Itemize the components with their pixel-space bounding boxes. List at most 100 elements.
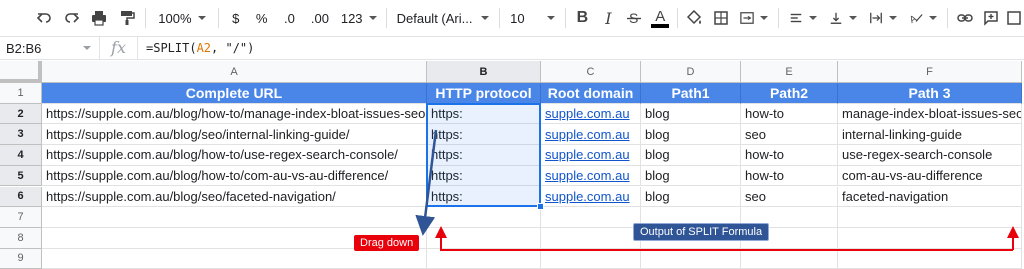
row-header-4[interactable]: 4 <box>0 145 42 166</box>
insert-comment-icon[interactable] <box>978 5 1004 31</box>
increase-decimal-button[interactable]: .00 <box>304 5 335 31</box>
row-header-6[interactable]: 6 <box>0 186 42 208</box>
table-cell[interactable]: https: <box>427 124 541 146</box>
table-cell[interactable]: blog <box>641 186 741 208</box>
row-header-5[interactable]: 5 <box>0 165 42 187</box>
table-cell[interactable]: blog <box>641 165 741 187</box>
table-cell[interactable]: internal-linking-guide <box>838 124 1022 146</box>
text-wrapping-icon[interactable] <box>863 5 903 31</box>
header-cell[interactable]: Complete URL <box>42 83 427 104</box>
toolbar-divider <box>385 8 387 28</box>
row-header-3[interactable]: 3 <box>0 124 42 146</box>
vertical-align-icon[interactable] <box>823 5 863 31</box>
empty-cell[interactable] <box>42 248 427 269</box>
zoom-select[interactable]: 100% <box>150 5 214 31</box>
row-header-8[interactable]: 8 <box>0 227 42 249</box>
name-box[interactable]: B2:B6 <box>0 37 100 59</box>
cell-link[interactable]: supple.com.au <box>541 124 641 146</box>
table-cell[interactable]: com-au-vs-au-difference <box>838 165 1022 187</box>
bold-button[interactable]: B <box>569 5 595 31</box>
column-header-b[interactable]: B <box>427 61 541 83</box>
table-cell[interactable]: https://supple.com.au/blog/how-to/use-re… <box>42 145 427 166</box>
empty-cell[interactable] <box>641 248 741 269</box>
column-header-f[interactable]: F <box>838 61 1022 83</box>
font-family-select[interactable]: Default (Ari... <box>391 5 496 31</box>
cell-link[interactable]: supple.com.au <box>541 145 641 166</box>
header-cell[interactable]: Root domain <box>541 83 641 104</box>
header-cell[interactable]: Path1 <box>641 83 741 104</box>
decrease-decimal-button[interactable]: .0 <box>275 5 305 31</box>
empty-cell[interactable] <box>427 207 541 228</box>
header-cell[interactable]: Path 3 <box>838 83 1022 104</box>
row-header-2[interactable]: 2 <box>0 103 42 125</box>
row-header-7[interactable]: 7 <box>0 207 42 228</box>
column-header-a[interactable]: A <box>42 61 427 83</box>
table-cell[interactable]: https://supple.com.au/blog/how-to/com-au… <box>42 165 427 187</box>
column-header-e[interactable]: E <box>741 61 838 83</box>
empty-cell[interactable] <box>541 207 641 228</box>
table-cell[interactable]: seo <box>741 124 838 146</box>
empty-cell[interactable] <box>541 248 641 269</box>
empty-cell[interactable] <box>427 248 541 269</box>
table-cell[interactable]: seo <box>741 186 838 208</box>
strikethrough-icon[interactable]: S <box>621 5 647 31</box>
column-header-c[interactable]: C <box>541 61 641 83</box>
currency-format-button[interactable]: $ <box>223 5 249 31</box>
table-cell[interactable]: faceted-navigation <box>838 186 1022 208</box>
empty-cell[interactable] <box>427 227 541 249</box>
table-cell[interactable]: how-to <box>741 145 838 166</box>
insert-chart-icon[interactable] <box>1004 5 1024 31</box>
table-cell[interactable]: use-regex-search-console <box>838 145 1022 166</box>
chevron-down-icon <box>197 16 206 20</box>
table-cell[interactable]: https: <box>427 165 541 187</box>
cell-link[interactable]: supple.com.au <box>541 186 641 208</box>
undo-icon[interactable] <box>30 5 58 31</box>
column-header-d[interactable]: D <box>641 61 741 83</box>
empty-cell[interactable] <box>838 207 1022 228</box>
text-color-swatch <box>651 23 670 28</box>
horizontal-align-icon[interactable] <box>783 5 823 31</box>
cell-link[interactable]: supple.com.au <box>541 103 641 125</box>
print-icon[interactable] <box>86 5 114 31</box>
table-cell[interactable]: https://supple.com.au/blog/seo/internal-… <box>42 124 427 146</box>
borders-icon[interactable] <box>708 5 734 31</box>
empty-cell[interactable] <box>838 227 1022 249</box>
row-header-1[interactable]: 1 <box>0 83 42 104</box>
paint-format-icon[interactable] <box>113 5 141 31</box>
fill-handle[interactable] <box>537 203 544 211</box>
table-cell[interactable]: manage-index-bloat-issues-seo <box>838 103 1022 125</box>
redo-icon[interactable] <box>58 5 86 31</box>
text-rotation-icon[interactable]: A <box>903 5 943 31</box>
empty-cell[interactable] <box>42 207 427 228</box>
header-cell[interactable]: Path2 <box>741 83 838 104</box>
table-cell[interactable]: how-to <box>741 103 838 125</box>
empty-cell[interactable] <box>541 227 641 249</box>
table-cell[interactable]: https://supple.com.au/blog/seo/faceted-n… <box>42 186 427 208</box>
number-format-select[interactable]: 123 <box>336 5 382 31</box>
cell-link[interactable]: supple.com.au <box>541 165 641 187</box>
table-cell[interactable]: https: <box>427 145 541 166</box>
italic-button[interactable]: I <box>595 5 621 31</box>
fill-color-icon[interactable] <box>682 5 708 31</box>
font-size-value: 10 <box>510 10 525 26</box>
table-cell[interactable]: https: <box>427 186 541 208</box>
empty-cell[interactable] <box>838 248 1022 269</box>
formula-suffix: , "/") <box>211 41 255 55</box>
table-cell[interactable]: https://supple.com.au/blog/how-to/manage… <box>42 103 427 125</box>
text-color-button[interactable]: A <box>647 5 673 31</box>
merge-cells-icon[interactable] <box>734 5 774 31</box>
formula-input[interactable]: =SPLIT(A2, "/") <box>138 41 254 55</box>
table-cell[interactable]: blog <box>641 124 741 146</box>
insert-link-icon[interactable] <box>952 5 978 31</box>
row-header-9[interactable]: 9 <box>0 248 42 269</box>
font-size-select[interactable]: 10 <box>504 5 560 31</box>
table-cell[interactable]: blog <box>641 103 741 125</box>
table-cell[interactable]: https: <box>427 103 541 125</box>
empty-cell[interactable] <box>741 248 838 269</box>
chevron-down-icon <box>848 16 857 20</box>
percent-format-button[interactable]: % <box>249 5 275 31</box>
table-cell[interactable]: how-to <box>741 165 838 187</box>
table-cell[interactable]: blog <box>641 145 741 166</box>
select-all-corner[interactable] <box>0 61 42 83</box>
header-cell[interactable]: HTTP protocol <box>427 83 541 104</box>
